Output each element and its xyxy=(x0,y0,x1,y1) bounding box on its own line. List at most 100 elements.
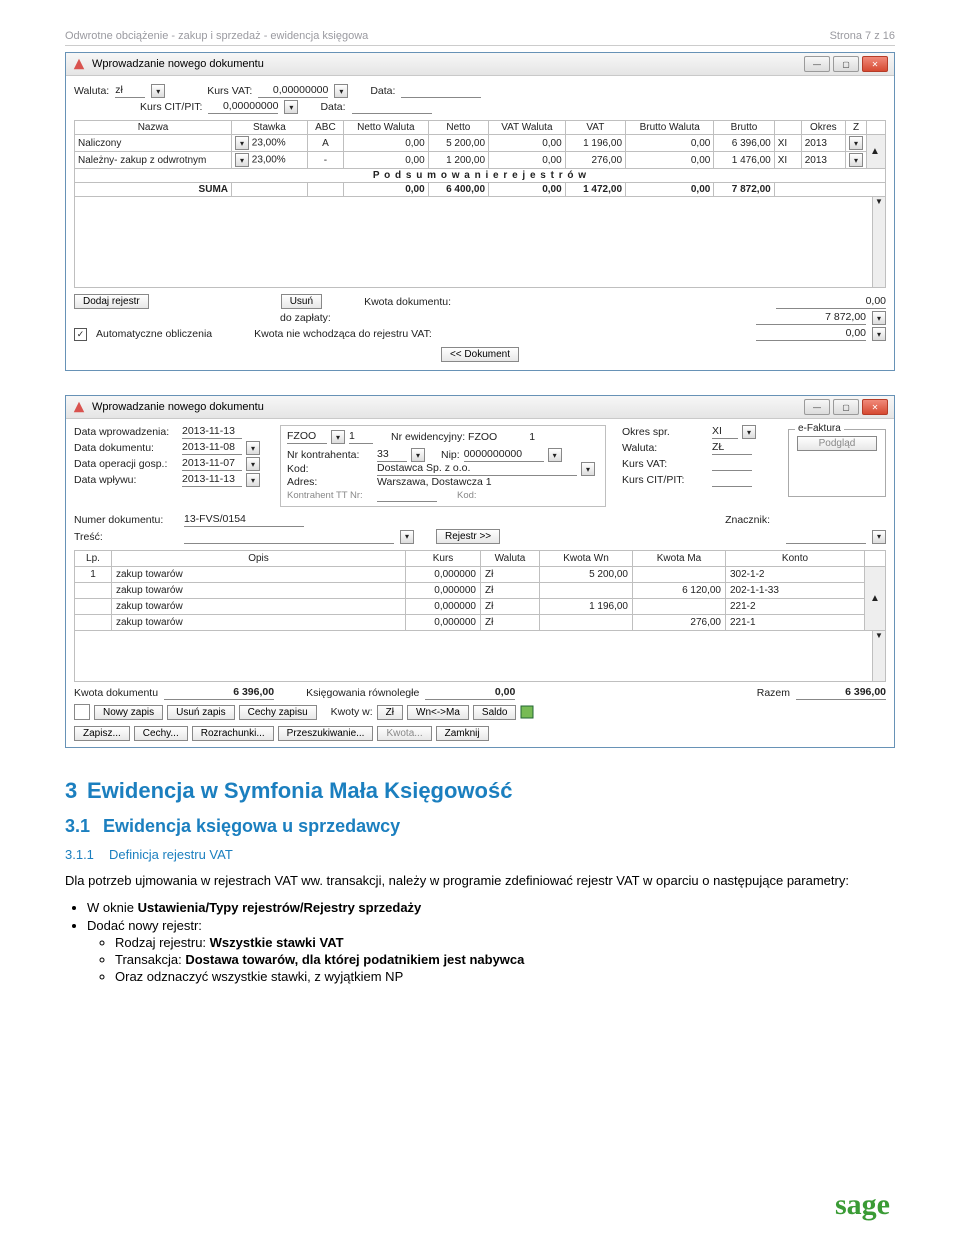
table-row[interactable]: zakup towarów0,000000Zł276,00221-1 xyxy=(75,615,886,631)
date-field[interactable] xyxy=(352,100,432,114)
window-registers: Wprowadzanie nowego dokumentu — ▢ ✕ Walu… xyxy=(65,52,895,371)
scrollbar[interactable]: ▼ xyxy=(872,631,885,681)
chevron-down-icon[interactable]: ▾ xyxy=(151,84,165,98)
entry-attrs-button[interactable]: Cechy zapisu xyxy=(239,705,317,720)
maximize-button[interactable]: ▢ xyxy=(833,56,859,72)
table-empty-area: ▼ xyxy=(74,631,886,682)
col-nazwa: Nazwa xyxy=(75,121,232,135)
waluta-value: ZŁ xyxy=(712,441,752,455)
chevron-down-icon[interactable]: ▾ xyxy=(742,425,756,439)
col-abc: ABC xyxy=(307,121,343,135)
table-row[interactable]: Naliczony ▾ 23,00% A 0,00 5 200,00 0,00 … xyxy=(75,135,886,152)
chevron-down-icon[interactable]: ▾ xyxy=(548,448,562,462)
date-op-label: Data operacji gosp.: xyxy=(74,458,178,470)
date-op[interactable]: 2013-11-07 xyxy=(182,457,242,471)
list-item: Rodzaj rejestru: Wszystkie stawki VAT xyxy=(115,935,895,950)
doc-amount-value: 6 396,00 xyxy=(164,686,274,700)
doc-type[interactable]: FZOO xyxy=(287,430,327,444)
chevron-down-icon[interactable]: ▾ xyxy=(246,441,260,455)
doc-header-page: Strona 7 z 16 xyxy=(830,30,895,42)
docnum-value[interactable]: 13-FVS/0154 xyxy=(184,513,304,527)
date-recv[interactable]: 2013-11-13 xyxy=(182,473,242,487)
okres-value[interactable]: XI xyxy=(712,425,738,439)
chevron-down-icon[interactable]: ▾ xyxy=(331,430,345,444)
registry-button[interactable]: Rejestr >> xyxy=(436,529,500,544)
kurs-vat-value[interactable]: 0,00000000 xyxy=(258,84,328,98)
grid-icon[interactable] xyxy=(520,705,534,719)
date-label: Data: xyxy=(370,85,395,97)
registers-table: Nazwa Stawka ABC Netto Waluta Netto VAT … xyxy=(74,120,886,197)
delete-entry-button[interactable]: Usuń zapis xyxy=(167,705,234,720)
window-document: Wprowadzanie nowego dokumentu — ▢ ✕ Data… xyxy=(65,395,895,748)
znacznik-value[interactable] xyxy=(786,530,866,544)
scrollbar[interactable]: ▲ xyxy=(865,567,886,631)
close-button[interactable]: Zamknij xyxy=(436,726,489,741)
currency-button[interactable]: Zł xyxy=(377,705,403,720)
attrs-button[interactable]: Cechy... xyxy=(134,726,188,741)
table-row[interactable]: zakup towarów0,000000Zł6 120,00202-1-1-3… xyxy=(75,583,886,599)
kwota-nie-value: 0,00 xyxy=(756,327,866,341)
chevron-down-icon[interactable]: ▾ xyxy=(400,530,414,544)
table-row[interactable]: zakup towarów0,000000Zł1 196,00221-2 xyxy=(75,599,886,615)
maximize-button[interactable]: ▢ xyxy=(833,399,859,415)
okres-label: Okres spr. xyxy=(622,426,708,438)
currency-value[interactable]: zł xyxy=(115,84,145,98)
parallel-value: 0,00 xyxy=(425,686,515,700)
minimize-button[interactable]: — xyxy=(804,399,830,415)
kod-value[interactable]: Dostawca Sp. z o.o. xyxy=(377,462,577,476)
toggle-icon[interactable] xyxy=(74,704,90,720)
auto-calc-checkbox[interactable]: ✓ xyxy=(74,328,87,341)
nip-value[interactable]: 0000000000 xyxy=(464,448,544,462)
scrollbar[interactable]: ▼ xyxy=(872,197,885,287)
date-entered[interactable]: 2013-11-13 xyxy=(182,425,242,439)
app-icon xyxy=(72,400,86,414)
chevron-down-icon[interactable]: ▾ xyxy=(235,153,249,167)
chevron-down-icon[interactable]: ▾ xyxy=(849,136,863,150)
chevron-down-icon[interactable]: ▾ xyxy=(872,311,886,325)
chevron-down-icon[interactable]: ▾ xyxy=(284,100,298,114)
list-item: W oknie Ustawienia/Typy rejestrów/Rejest… xyxy=(87,900,895,915)
save-button[interactable]: Zapisz... xyxy=(74,726,130,741)
add-register-button[interactable]: Dodaj rejestr xyxy=(74,294,149,309)
doc-lp[interactable]: 1 xyxy=(349,430,373,444)
kurs-cit-value[interactable]: 0,00000000 xyxy=(208,100,278,114)
table-row[interactable]: 1zakup towarów0,000000Zł5 200,00302-1-2▲ xyxy=(75,567,886,583)
new-entry-button[interactable]: Nowy zapis xyxy=(94,705,163,720)
settlements-button[interactable]: Rozrachunki... xyxy=(192,726,274,741)
chevron-down-icon[interactable]: ▾ xyxy=(849,153,863,167)
minimize-button[interactable]: — xyxy=(804,56,830,72)
chevron-down-icon[interactable]: ▾ xyxy=(872,530,886,544)
close-button[interactable]: ✕ xyxy=(862,56,888,72)
chevron-down-icon[interactable]: ▾ xyxy=(581,462,595,476)
kontrahent-label: Nr kontrahenta: xyxy=(287,449,373,461)
saldo-button[interactable]: Saldo xyxy=(473,705,517,720)
chevron-down-icon[interactable]: ▾ xyxy=(872,327,886,341)
scrollbar[interactable]: ▲ xyxy=(867,135,886,169)
date-field[interactable] xyxy=(401,84,481,98)
adres-value: Warszawa, Dostawcza 1 xyxy=(377,476,492,488)
tresc-field[interactable] xyxy=(184,530,394,544)
table-row[interactable]: Należny- zakup z odwrotnym ▾ 23,00% - 0,… xyxy=(75,152,886,169)
delete-button[interactable]: Usuń xyxy=(281,294,322,309)
kursvat-label: Kurs VAT: xyxy=(622,458,708,470)
kurs-vat-label: Kurs VAT: xyxy=(207,85,252,97)
table-empty-area: ▼ xyxy=(74,197,886,288)
parallel-label: Księgowania równoległe xyxy=(306,687,419,699)
chevron-down-icon[interactable]: ▾ xyxy=(235,136,249,150)
wnma-button[interactable]: Wn<->Ma xyxy=(407,705,469,720)
search-button[interactable]: Przeszukiwanie... xyxy=(278,726,374,741)
back-document-button[interactable]: << Dokument xyxy=(441,347,519,362)
doc-amount-label: Kwota dokumentu: xyxy=(364,296,451,308)
date-doc[interactable]: 2013-11-08 xyxy=(182,441,242,455)
chevron-down-icon[interactable]: ▾ xyxy=(246,457,260,471)
sub2-heading: 3.1.1Definicja rejestru VAT xyxy=(65,847,895,862)
kwota-nie-label: Kwota nie wchodząca do rejestru VAT: xyxy=(254,328,432,340)
kontrahent-nr[interactable]: 33 xyxy=(377,448,407,462)
close-button[interactable]: ✕ xyxy=(862,399,888,415)
tresc-label: Treść: xyxy=(74,531,178,543)
chevron-down-icon[interactable]: ▾ xyxy=(246,473,260,487)
list-item: Dodać nowy rejestr: Rodzaj rejestru: Wsz… xyxy=(87,918,895,984)
chevron-down-icon[interactable]: ▾ xyxy=(334,84,348,98)
chevron-down-icon[interactable]: ▾ xyxy=(411,448,425,462)
section-heading: 3Ewidencja w Symfonia Mała Księgowość xyxy=(65,778,895,804)
